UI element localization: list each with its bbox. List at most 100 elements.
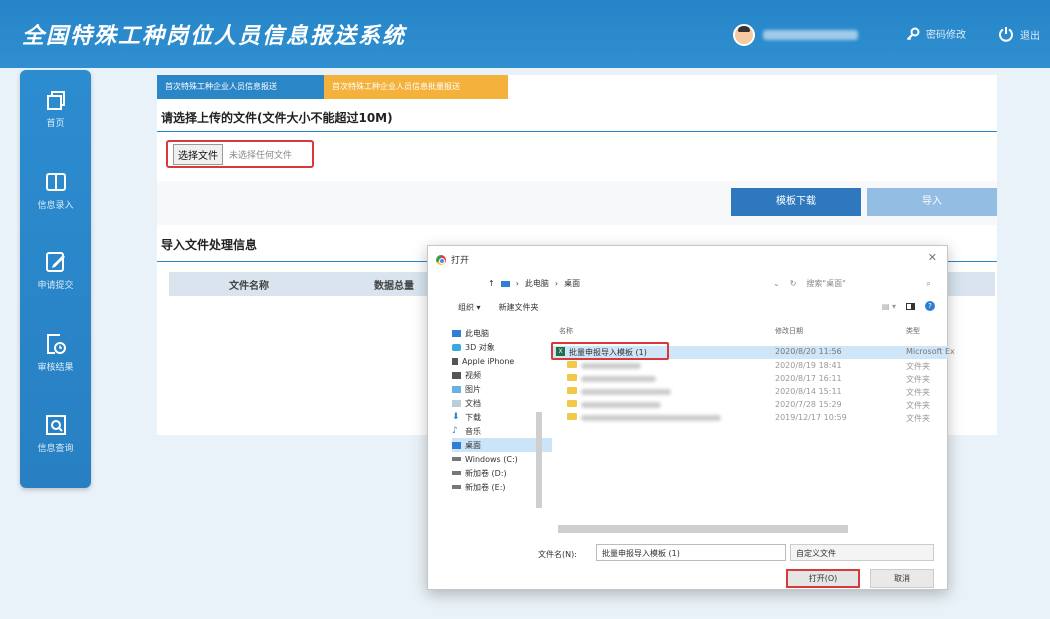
column-type[interactable]: 类型 <box>906 326 920 336</box>
file-modified: 2020/8/19 18:41 <box>775 361 842 370</box>
chevron-right-icon: › <box>515 279 519 288</box>
tree-item-label: 下载 <box>465 412 481 422</box>
column-name[interactable]: 名称 <box>559 326 573 336</box>
desktop-icon <box>452 441 461 449</box>
dialog-toolbar: 组织 ▾ 新建文件夹 <box>458 302 539 313</box>
breadcrumb-desktop[interactable]: 桌面 <box>564 278 580 289</box>
tree-item-label: 图片 <box>465 384 481 394</box>
close-icon[interactable]: ✕ <box>928 251 937 264</box>
tab-batch-report[interactable]: 首次特殊工种企业人员信息批量报送 <box>324 75 508 99</box>
user-info[interactable] <box>733 24 858 46</box>
help-icon[interactable]: ? <box>925 301 935 311</box>
tree-item-iphone[interactable]: Apple iPhone <box>452 354 552 368</box>
password-change-button[interactable]: 密码修改 <box>906 26 966 41</box>
chrome-icon <box>436 254 446 265</box>
download-icon: ⬇ <box>452 411 460 422</box>
folder-icon <box>567 387 577 394</box>
up-arrow-icon[interactable]: ↑ <box>488 279 495 288</box>
drive-icon <box>452 471 461 475</box>
new-folder-button[interactable]: 新建文件夹 <box>499 302 539 313</box>
app-title: 全国特殊工种岗位人员信息报送系统 <box>22 23 407 49</box>
sidebar-item-label: 首页 <box>46 119 65 129</box>
file-type: 文件夹 <box>906 388 930 397</box>
tree-item-label: 3D 对象 <box>465 342 495 352</box>
drive-icon <box>452 457 461 461</box>
divider <box>157 131 997 132</box>
file-type: Microsoft Ex <box>906 347 955 356</box>
address-bar[interactable]: ↑ › 此电脑 › 桌面 <box>488 278 580 289</box>
filetype-select[interactable]: 自定义文件 <box>790 544 934 561</box>
tree-scrollbar[interactable] <box>536 412 542 508</box>
dialog-title-bar: 打开 <box>436 253 469 266</box>
avatar[interactable] <box>733 24 755 46</box>
drive-icon <box>452 485 461 489</box>
import-button[interactable]: 导入 <box>867 188 997 216</box>
file-type: 文件夹 <box>906 401 930 410</box>
refresh-icon[interactable]: ↻ <box>790 279 797 288</box>
download-template-button[interactable]: 模板下载 <box>731 188 861 216</box>
sidebar-item-submit[interactable]: 申请提交 <box>20 250 91 291</box>
logout-button[interactable]: 退出 <box>998 26 1040 42</box>
folder-row[interactable]: 2020/8/14 15:11 文件夹 <box>553 386 948 399</box>
folder-icon <box>567 361 577 368</box>
file-modified: 2020/7/28 15:29 <box>775 400 842 409</box>
horizontal-scrollbar[interactable] <box>558 525 848 533</box>
tree-item-3d[interactable]: 3D 对象 <box>452 340 552 354</box>
upload-title: 请选择上传的文件(文件大小不能超过10M) <box>161 111 393 125</box>
search-doc-icon <box>45 415 66 435</box>
folder-name-redacted <box>581 402 661 408</box>
preview-pane-icon[interactable] <box>906 302 915 310</box>
document-icon <box>452 399 461 407</box>
column-modified[interactable]: 修改日期 <box>775 326 803 336</box>
filename-label: 文件名(N): <box>538 550 577 559</box>
clock-doc-icon <box>46 334 66 354</box>
file-open-dialog: 打开 ✕ ↑ › 此电脑 › 桌面 ⌄ ↻ 搜索"桌面" ⌕ 组织 ▾ 新建文件… <box>427 245 955 590</box>
tree-item-documents[interactable]: 文档 <box>452 396 552 410</box>
chevron-down-icon[interactable]: ⌄ <box>773 279 780 288</box>
tree-item-label: 新加卷 (D:) <box>465 468 507 478</box>
tree-item-label: 新加卷 (E:) <box>465 482 506 492</box>
sidebar-item-result[interactable]: 审核结果 <box>20 332 91 373</box>
tree-item-video[interactable]: 视频 <box>452 368 552 382</box>
file-type: 文件夹 <box>906 375 930 384</box>
folder-row[interactable]: 2020/8/19 18:41 文件夹 <box>553 360 948 373</box>
sidebar-item-label: 信息录入 <box>37 201 74 211</box>
sidebar-item-home[interactable]: 首页 <box>20 88 91 129</box>
phone-icon <box>452 357 458 365</box>
file-type: 文件夹 <box>906 414 930 423</box>
open-button[interactable]: 打开(O) <box>786 569 860 588</box>
filename-input[interactable]: 批量申报导入模板 (1) <box>596 544 786 561</box>
choose-file-button[interactable]: 选择文件 <box>173 143 223 165</box>
search-icon[interactable]: ⌕ <box>926 279 930 289</box>
organize-menu[interactable]: 组织 ▾ <box>458 302 481 313</box>
tree-item-pc[interactable]: 此电脑 <box>452 326 552 340</box>
folder-row[interactable]: 2020/7/28 15:29 文件夹 <box>553 399 948 412</box>
sidebar: 首页 信息录入 申请提交 审核结果 信息查询 <box>20 70 91 488</box>
folder-row[interactable]: 2019/12/17 10:59 文件夹 <box>553 412 948 425</box>
file-modified: 2020/8/14 15:11 <box>775 387 842 396</box>
music-icon: ♪ <box>452 425 458 436</box>
file-picker[interactable]: 选择文件 未选择任何文件 <box>166 140 314 168</box>
cancel-button[interactable]: 取消 <box>870 569 934 588</box>
tab-single-report[interactable]: 首次特殊工种企业人员信息报送 <box>157 75 324 99</box>
tree-item-label: 桌面 <box>465 440 481 450</box>
view-options-icon[interactable]: ▤ ▾ <box>882 302 896 311</box>
key-icon <box>906 27 920 40</box>
search-area: ⌄ ↻ 搜索"桌面" ⌕ <box>773 278 931 289</box>
edit-icon <box>45 252 65 272</box>
chevron-right-icon: › <box>554 279 559 288</box>
tree-item-pictures[interactable]: 图片 <box>452 382 552 396</box>
app-header: 全国特殊工种岗位人员信息报送系统 密码修改 退出 <box>0 0 1050 68</box>
view-controls: ▤ ▾ ? <box>882 301 935 311</box>
file-modified: 2020/8/20 11:56 <box>775 347 842 356</box>
folder-row[interactable]: 2020/8/17 16:11 文件夹 <box>553 373 948 386</box>
sidebar-item-query[interactable]: 信息查询 <box>20 413 91 454</box>
search-input[interactable]: 搜索"桌面" <box>806 278 916 289</box>
sidebar-item-input[interactable]: 信息录入 <box>20 170 91 211</box>
logout-label: 退出 <box>1020 30 1040 42</box>
breadcrumb-pc[interactable]: 此电脑 <box>525 278 549 289</box>
sidebar-item-label: 申请提交 <box>37 281 74 291</box>
video-icon <box>452 371 461 379</box>
process-title: 导入文件处理信息 <box>161 238 258 252</box>
tree-item-label: 视频 <box>465 370 481 380</box>
